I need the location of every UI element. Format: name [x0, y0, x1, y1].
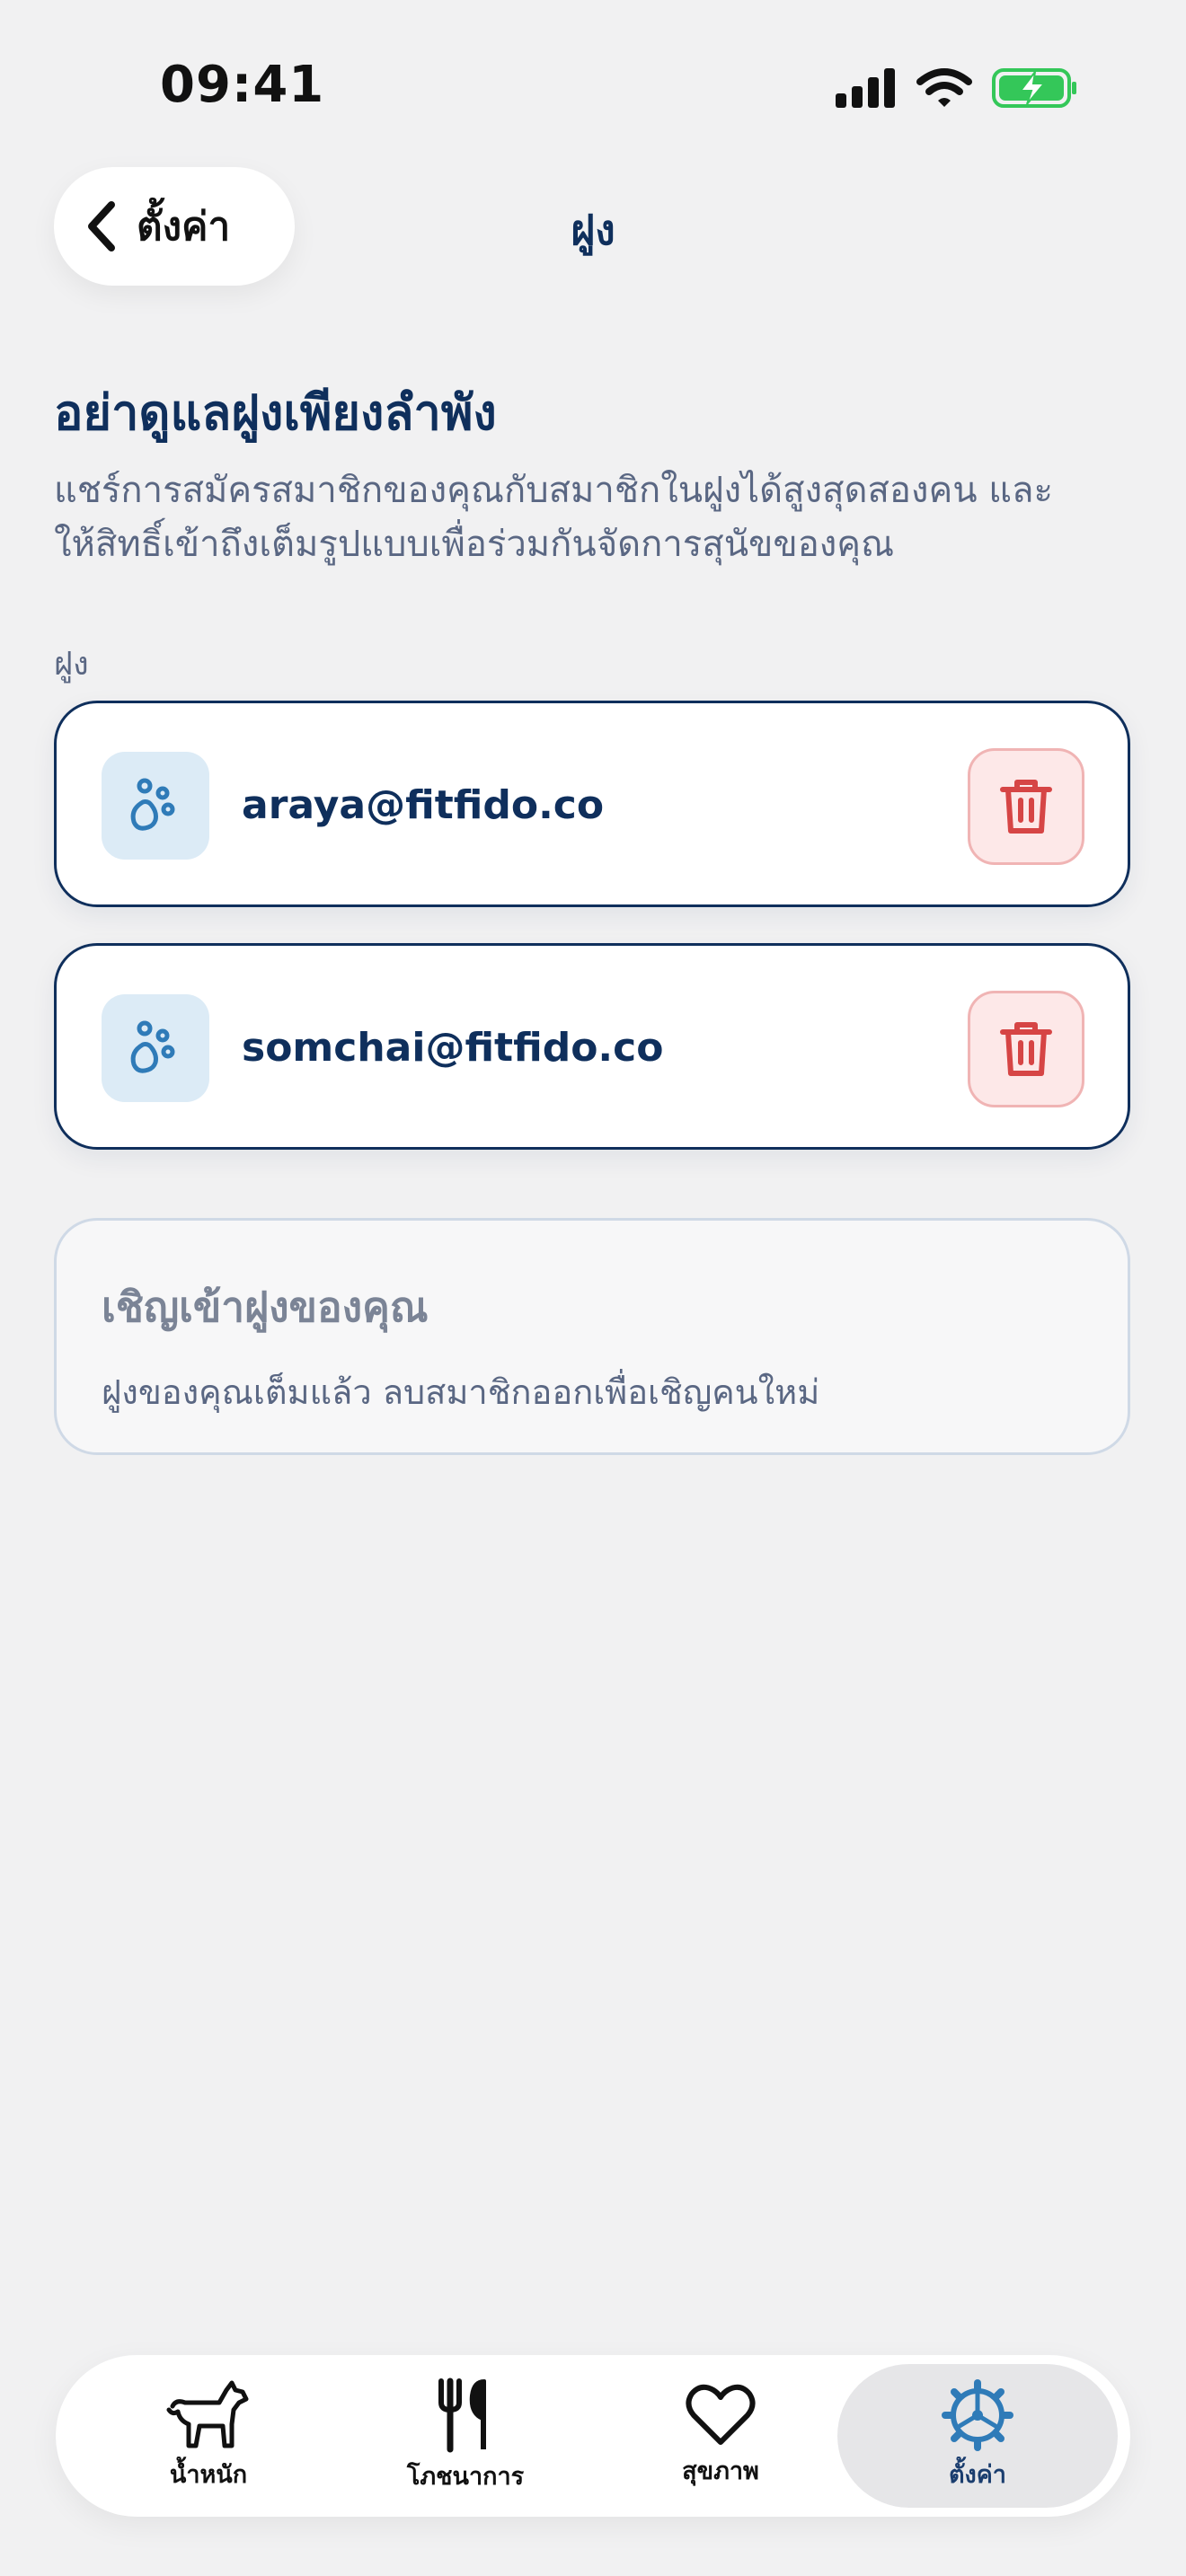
- member-email: somchai@fitfido.co: [242, 1025, 664, 1071]
- member-card: somchai@fitfido.co: [54, 943, 1130, 1150]
- section-description: แชร์การสมัครสมาชิกของคุณกับสมาชิกในฝูงได…: [54, 463, 1132, 571]
- invite-card: เชิญเข้าฝูงของคุณ ฝูงของคุณเต็มแล้ว ลบสม…: [54, 1218, 1130, 1455]
- members-section-label: ฝูง: [54, 646, 89, 683]
- tab-health[interactable]: สุขภาพ: [595, 2355, 846, 2517]
- tab-settings[interactable]: ตั้งค่า: [837, 2364, 1118, 2508]
- delete-member-button[interactable]: [968, 748, 1084, 865]
- heart-icon: [686, 2384, 756, 2445]
- trash-icon: [1000, 1022, 1052, 1076]
- back-button[interactable]: ตั้งค่า: [54, 167, 295, 286]
- wifi-icon: [916, 68, 972, 107]
- status-time: 09:41: [160, 56, 325, 114]
- avatar: [102, 752, 209, 860]
- status-icons: [836, 63, 1078, 113]
- dog-icon: [166, 2380, 249, 2448]
- paw-icon: [130, 1020, 175, 1073]
- invite-note: ฝูงของคุณเต็มแล้ว ลบสมาชิกออกเพื่อเชิญคน…: [102, 1372, 820, 1412]
- tab-label: โภชนาการ: [406, 2462, 525, 2491]
- invite-title: เชิญเข้าฝูงของคุณ: [102, 1283, 429, 1331]
- avatar: [102, 994, 209, 1102]
- member-card: araya@fitfido.co: [54, 701, 1130, 907]
- member-email: araya@fitfido.co: [242, 782, 605, 828]
- description-line-2: ให้สิทธิ์เข้าถึงเต็มรูปแบบเพื่อร่วมกันจั…: [54, 524, 895, 565]
- back-button-label: ตั้งค่า: [137, 204, 231, 250]
- chevron-left-icon: [88, 201, 115, 251]
- signal-icon: [836, 68, 895, 108]
- delete-member-button[interactable]: [968, 991, 1084, 1107]
- page-title: ฝูง: [571, 206, 615, 254]
- trash-icon: [1000, 780, 1052, 834]
- battery-icon: [992, 68, 1076, 108]
- tab-label: ตั้งค่า: [949, 2460, 1006, 2489]
- tab-label: สุขภาพ: [682, 2457, 759, 2485]
- description-line-1: แชร์การสมัครสมาชิกของคุณกับสมาชิกในฝูงได…: [54, 470, 1054, 511]
- section-heading: อย่าดูแลฝูงเพียงลำพัง: [54, 384, 497, 441]
- tab-weight[interactable]: น้ำหนัก: [83, 2355, 334, 2517]
- tab-nutrition[interactable]: โภชนาการ: [340, 2355, 591, 2517]
- tab-label: น้ำหนัก: [169, 2460, 248, 2489]
- fork-knife-icon: [438, 2378, 486, 2452]
- paw-icon: [130, 778, 175, 831]
- tab-bar: น้ำหนัก โภชนาการ สุขภาพ ตั้งค่า: [56, 2355, 1130, 2517]
- gear-icon: [942, 2378, 1013, 2451]
